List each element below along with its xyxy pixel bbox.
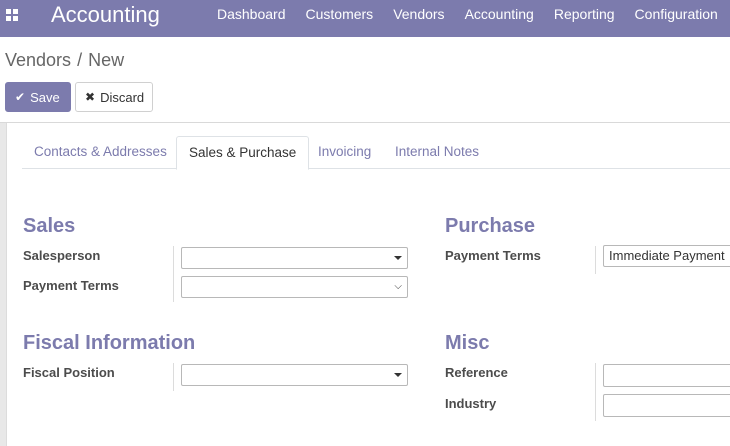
menu-item-reporting[interactable]: Reporting: [544, 0, 625, 37]
menu-item-vendors[interactable]: Vendors: [383, 0, 454, 37]
purchase-payment-terms-value: Immediate Payment: [609, 248, 725, 263]
close-icon: ✖: [85, 90, 96, 104]
sales-payment-terms-label: Payment Terms: [23, 278, 119, 293]
breadcrumb-current: New: [88, 50, 125, 70]
control-panel-divider: [0, 122, 730, 123]
reference-input[interactable]: [603, 364, 730, 387]
fiscal-section-title: Fiscal Information: [23, 332, 196, 354]
industry-select[interactable]: [603, 394, 730, 417]
menu-item-accounting[interactable]: Accounting: [455, 0, 544, 37]
salesperson-select[interactable]: [181, 247, 408, 269]
purchase-payment-terms-select[interactable]: Immediate Payment: [603, 245, 730, 267]
fiscal-label-separator: [173, 363, 174, 391]
tab-invoicing[interactable]: Invoicing: [306, 136, 383, 169]
discard-button-label: Discard: [100, 89, 145, 105]
reference-label: Reference: [445, 365, 508, 380]
purchase-label-separator: [595, 246, 596, 274]
menu-item-configuration[interactable]: Configuration: [625, 0, 728, 37]
discard-button[interactable]: ✖ Discard: [75, 82, 153, 112]
check-icon: ✔: [15, 90, 26, 104]
breadcrumb-parent[interactable]: Vendors: [5, 50, 71, 70]
breadcrumb: Vendors / New: [5, 49, 124, 71]
caret-down-icon: [394, 256, 402, 260]
apps-grid-icon[interactable]: [6, 9, 18, 21]
menu-item-customers[interactable]: Customers: [296, 0, 384, 37]
sales-section-title: Sales: [23, 215, 76, 237]
tab-sales-purchase[interactable]: Sales & Purchase: [176, 136, 310, 170]
purchase-payment-terms-label: Payment Terms: [445, 248, 541, 263]
save-button[interactable]: ✔ Save: [5, 82, 71, 112]
menu-item-dashboard[interactable]: Dashboard: [207, 0, 296, 37]
main-menu: Dashboard Customers Vendors Accounting R…: [207, 0, 728, 37]
purchase-section-title: Purchase: [445, 215, 536, 237]
top-navbar: Accounting Dashboard Customers Vendors A…: [0, 0, 730, 37]
chevron-down-icon: ⌵: [394, 281, 402, 292]
misc-section-title: Misc: [445, 332, 490, 354]
caret-down-icon: [394, 373, 402, 377]
fiscal-position-label: Fiscal Position: [23, 365, 115, 380]
sales-payment-terms-select[interactable]: ⌵: [181, 276, 408, 298]
form-sheet-edge: [0, 123, 7, 446]
industry-label: Industry: [445, 396, 497, 411]
tab-contacts-addresses[interactable]: Contacts & Addresses: [22, 136, 179, 169]
breadcrumb-separator: /: [77, 50, 83, 70]
fiscal-position-select[interactable]: [181, 364, 408, 386]
salesperson-label: Salesperson: [23, 248, 101, 263]
notebook-tabs: Contacts & Addresses Sales & Purchase In…: [22, 136, 730, 170]
misc-label-separator: [595, 363, 596, 421]
sales-label-separator: [173, 246, 174, 302]
save-button-label: Save: [30, 89, 60, 105]
tab-internal-notes[interactable]: Internal Notes: [383, 136, 491, 169]
app-title[interactable]: Accounting: [51, 2, 160, 28]
